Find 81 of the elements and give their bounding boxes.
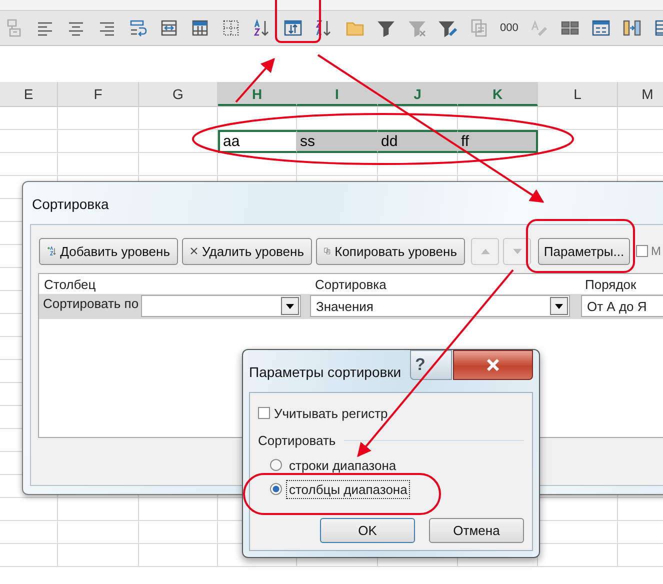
empty-cell[interactable]: [0, 130, 58, 153]
delete-level-button[interactable]: Удалить уровень: [182, 238, 312, 264]
options-button[interactable]: Параметры...: [538, 238, 630, 264]
dropdown-button[interactable]: [550, 297, 568, 315]
caret-icon: [286, 304, 294, 308]
column-header[interactable]: F: [58, 82, 139, 106]
empty-cell[interactable]: [58, 521, 139, 544]
radio-label: столбцы диапазона: [286, 480, 410, 498]
checkbox-label: Учитывать регистр: [274, 406, 388, 420]
document-filter-icon[interactable]: [469, 18, 489, 38]
ok-button[interactable]: OK: [320, 518, 415, 543]
close-button[interactable]: [453, 350, 533, 380]
number-format-button[interactable]: 000: [500, 22, 518, 34]
empty-cell[interactable]: [139, 130, 218, 153]
cancel-button[interactable]: Отмена: [429, 518, 524, 543]
empty-cell[interactable]: [0, 107, 58, 130]
table-cell[interactable]: ff: [458, 130, 538, 153]
dialog-title: Параметры сортировки: [249, 364, 402, 380]
empty-cell[interactable]: [538, 107, 618, 130]
empty-cell[interactable]: [139, 521, 218, 544]
empty-cell[interactable]: [0, 544, 58, 567]
radio-button[interactable]: [270, 483, 282, 495]
empty-cell[interactable]: [58, 153, 139, 176]
column-dropdown[interactable]: [141, 295, 301, 317]
sort-on-dropdown[interactable]: Значения: [310, 295, 570, 317]
column-header: Столбец: [44, 277, 96, 292]
up-triangle-icon: [480, 248, 490, 254]
empty-cell[interactable]: [139, 498, 218, 521]
column-header[interactable]: M: [618, 82, 663, 106]
empty-cell[interactable]: [218, 107, 297, 130]
empty-cell[interactable]: [538, 153, 618, 176]
annotation-arrow: [235, 58, 275, 103]
empty-cell[interactable]: [458, 153, 538, 176]
form-icon[interactable]: [591, 18, 612, 38]
empty-cell[interactable]: [58, 107, 139, 130]
empty-cell[interactable]: [139, 107, 218, 130]
empty-cell[interactable]: [139, 153, 218, 176]
column-header[interactable]: L: [538, 82, 618, 106]
radio-button[interactable]: [270, 459, 282, 471]
table-icon[interactable]: [190, 18, 210, 38]
merge-cells-icon[interactable]: [159, 18, 179, 38]
empty-cell[interactable]: [0, 498, 58, 521]
border-icon[interactable]: [221, 18, 241, 38]
column-header[interactable]: I: [297, 82, 378, 106]
column-header[interactable]: H: [218, 82, 297, 106]
copy-level-button[interactable]: Копировать уровень: [316, 238, 465, 264]
column-header[interactable]: J: [378, 82, 458, 106]
empty-cell[interactable]: [58, 130, 139, 153]
empty-cell[interactable]: [139, 544, 218, 567]
empty-cell[interactable]: [378, 153, 458, 176]
empty-cell[interactable]: [218, 153, 297, 176]
help-button[interactable]: ?: [410, 350, 452, 380]
dialog-title: Сортировка: [32, 196, 109, 212]
checkbox-label: М: [651, 244, 661, 258]
radio-label: строки диапазона: [288, 456, 398, 474]
empty-cell[interactable]: [58, 544, 139, 567]
empty-cell[interactable]: [0, 521, 58, 544]
dropdown-button[interactable]: [281, 297, 299, 315]
add-level-button[interactable]: Добавить уровень: [39, 238, 178, 264]
checkbox[interactable]: [258, 407, 270, 419]
order-dropdown[interactable]: От А до Я: [581, 295, 663, 317]
wrap-text-icon[interactable]: [128, 18, 148, 38]
dropdown-value: Значения: [315, 298, 374, 314]
column-header[interactable]: K: [458, 82, 538, 106]
close-icon: [486, 359, 500, 371]
group-label: Сортировать: [258, 432, 336, 448]
column-header: Сортировка: [315, 277, 386, 292]
column-header[interactable]: E: [0, 82, 58, 106]
empty-cell[interactable]: [0, 153, 58, 176]
table-cell[interactable]: dd: [378, 130, 458, 153]
row-label: Сортировать по: [43, 296, 139, 311]
down-triangle-icon: [512, 248, 522, 254]
empty-cell[interactable]: [297, 153, 378, 176]
caret-icon: [555, 304, 563, 308]
columns-icon[interactable]: [622, 18, 642, 38]
column-header: Порядок: [585, 277, 636, 292]
annotation-frame: [275, 0, 321, 43]
empty-cell[interactable]: [58, 498, 139, 521]
table-cell[interactable]: ss: [297, 130, 378, 153]
sort-icon[interactable]: [283, 18, 303, 38]
checkbox[interactable]: [636, 245, 648, 257]
